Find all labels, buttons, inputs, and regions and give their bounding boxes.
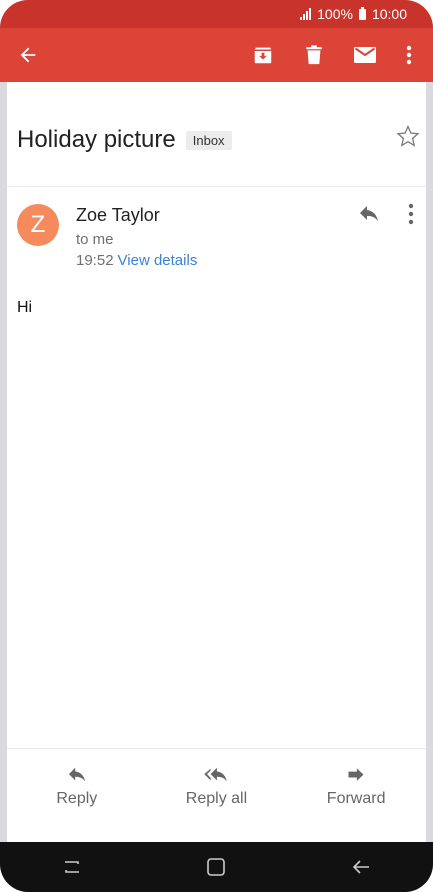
back-button[interactable] xyxy=(8,28,48,82)
reply-all-label: Reply all xyxy=(185,790,248,807)
recents-icon xyxy=(65,861,80,873)
forward-button[interactable]: Forward xyxy=(291,748,421,808)
status-bar: 100% 10:00 xyxy=(0,0,433,28)
mail-icon xyxy=(354,47,376,63)
clock: 10:00 xyxy=(371,6,407,22)
reply-icon xyxy=(68,767,85,782)
forward-label: Forward xyxy=(326,790,386,807)
subject-row: Holiday picture Inbox xyxy=(17,122,416,158)
reply-all-button[interactable]: Reply all xyxy=(151,748,281,808)
phone-frame: 100% 10:00 Holiday picture Inbox Z Zoe T… xyxy=(0,0,433,892)
archive-icon xyxy=(254,47,272,64)
action-bar: Reply Reply all Forward xyxy=(7,748,426,842)
more-vert-icon[interactable] xyxy=(403,202,419,226)
email-subject: Holiday picture xyxy=(17,126,176,153)
system-back-button[interactable] xyxy=(341,847,381,887)
delete-icon xyxy=(306,45,322,65)
recent-apps-button[interactable] xyxy=(52,847,92,887)
arrow-back-icon xyxy=(20,47,36,63)
app-toolbar xyxy=(0,28,433,82)
time-row: 19:52 View details xyxy=(76,252,197,269)
reply-label: Reply xyxy=(56,790,98,807)
delete-button[interactable] xyxy=(294,28,334,82)
more-vert-icon xyxy=(406,45,412,65)
label-chip[interactable]: Inbox xyxy=(185,130,232,150)
forward-icon xyxy=(348,768,364,781)
sender-name: Zoe Taylor xyxy=(76,205,160,225)
system-nav-bar xyxy=(0,842,433,892)
divider xyxy=(7,186,426,187)
message-body: Hi xyxy=(17,299,33,316)
reply-all-icon xyxy=(204,767,228,782)
recipient: to me xyxy=(76,231,114,248)
reply-button[interactable]: Reply xyxy=(12,748,142,808)
home-button[interactable] xyxy=(196,847,236,887)
star-icon[interactable] xyxy=(396,124,420,148)
home-icon xyxy=(207,858,226,876)
mark-unread-button[interactable] xyxy=(345,28,385,82)
more-options-button[interactable] xyxy=(389,28,429,82)
signal-icon xyxy=(300,8,312,20)
battery-percent: 100% xyxy=(317,6,353,22)
archive-button[interactable] xyxy=(243,28,283,82)
back-icon xyxy=(352,860,369,874)
reply-icon[interactable] xyxy=(357,202,381,226)
battery-icon xyxy=(358,6,366,20)
view-details-link[interactable]: View details xyxy=(118,252,198,269)
message-view: Holiday picture Inbox Z Zoe Taylor to me… xyxy=(7,82,426,842)
message-time: 19:52 xyxy=(76,252,114,269)
avatar[interactable]: Z xyxy=(17,204,59,246)
